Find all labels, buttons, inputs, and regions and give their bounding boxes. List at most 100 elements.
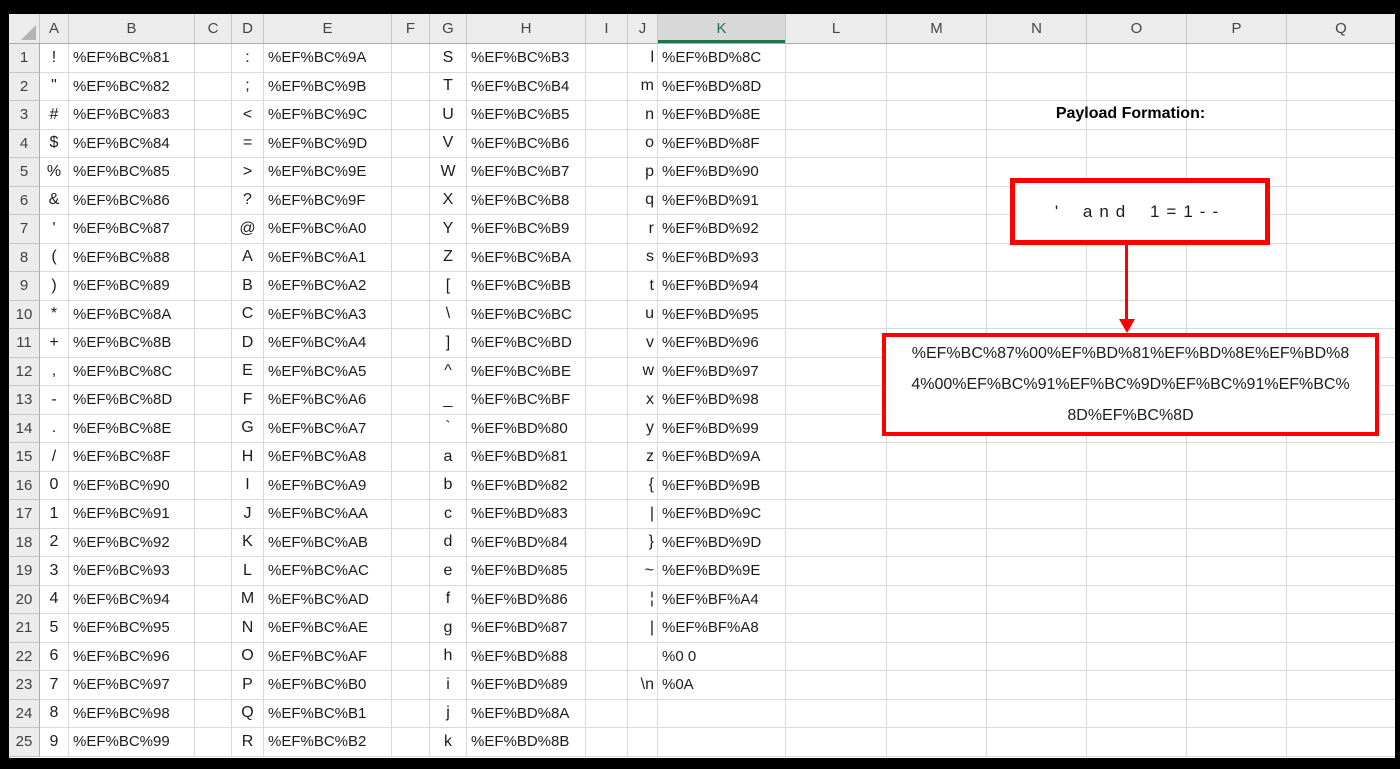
cell-empty-col-m[interactable] [887, 272, 987, 301]
cell-empty-col-i[interactable] [586, 243, 628, 272]
cell-empty-col-p[interactable] [1187, 158, 1287, 187]
cell-char-col-a[interactable]: 1 [40, 500, 69, 529]
cell-char-col-g[interactable]: [ [430, 272, 467, 301]
cell-encoding-col-h[interactable]: %EF%BC%B8 [467, 186, 586, 215]
cell-empty-col-n[interactable] [987, 101, 1087, 130]
cell-char-col-a[interactable]: 0 [40, 471, 69, 500]
cell-empty-col-o[interactable] [1087, 215, 1187, 244]
cell-encoding-col-b[interactable]: %EF%BC%97 [69, 671, 195, 700]
cell-empty-col-f[interactable] [392, 44, 430, 73]
cell-char-col-a[interactable]: * [40, 300, 69, 329]
cell-empty-col-c[interactable] [195, 101, 232, 130]
cell-char-col-d[interactable]: = [232, 129, 264, 158]
cell-encoding-col-k[interactable]: %0A [658, 671, 786, 700]
cell-encoding-col-h[interactable]: %EF%BC%B3 [467, 44, 586, 73]
cell-empty-col-o[interactable] [1087, 728, 1187, 757]
cell-empty-col-o[interactable] [1087, 557, 1187, 586]
cell-empty-col-m[interactable] [887, 614, 987, 643]
cell-empty-col-c[interactable] [195, 72, 232, 101]
cell-empty-col-c[interactable] [195, 585, 232, 614]
cell-empty-col-m[interactable] [887, 101, 987, 130]
cell-empty-col-n[interactable] [987, 72, 1087, 101]
cell-empty-col-f[interactable] [392, 272, 430, 301]
cell-encoding-col-e[interactable]: %EF%BC%AC [264, 557, 392, 586]
cell-empty-col-c[interactable] [195, 699, 232, 728]
cell-encoding-col-b[interactable]: %EF%BC%81 [69, 44, 195, 73]
cell-char-col-a[interactable]: ! [40, 44, 69, 73]
cell-empty-col-m[interactable] [887, 671, 987, 700]
cell-char-col-a[interactable]: . [40, 414, 69, 443]
cell-char-col-g[interactable]: T [430, 72, 467, 101]
cell-empty-col-q[interactable] [1287, 386, 1395, 415]
cell-char-col-d[interactable]: : [232, 44, 264, 73]
cell-empty-col-i[interactable] [586, 471, 628, 500]
row-header[interactable]: 16 [9, 471, 40, 500]
cell-char-col-g[interactable]: g [430, 614, 467, 643]
cell-encoding-col-k[interactable]: %EF%BD%98 [658, 386, 786, 415]
cell-empty-col-n[interactable] [987, 243, 1087, 272]
cell-empty-col-o[interactable] [1087, 699, 1187, 728]
cell-encoding-col-e[interactable]: %EF%BC%A5 [264, 357, 392, 386]
cell-char-col-d[interactable]: ; [232, 72, 264, 101]
cell-char-col-d[interactable]: C [232, 300, 264, 329]
cell-char-col-a[interactable]: 2 [40, 528, 69, 557]
cell-empty-col-l[interactable] [786, 215, 887, 244]
cell-empty-col-q[interactable] [1287, 244, 1395, 272]
cell-empty-col-i[interactable] [586, 443, 628, 472]
cell-empty-col-i[interactable] [586, 585, 628, 614]
cell-empty-col-p[interactable] [1187, 500, 1287, 529]
cell-empty-col-p[interactable] [1187, 414, 1287, 443]
cell-encoding-col-b[interactable]: %EF%BC%8C [69, 357, 195, 386]
cell-empty-col-f[interactable] [392, 386, 430, 415]
cell-empty-col-o[interactable] [1087, 528, 1187, 557]
cell-empty-col-m[interactable] [887, 243, 987, 272]
cell-empty-col-p[interactable] [1187, 215, 1287, 244]
cell-empty-col-n[interactable] [987, 300, 1087, 329]
row-header[interactable]: 1 [9, 44, 40, 73]
column-header-c[interactable]: C [195, 14, 232, 43]
column-header-p[interactable]: P [1187, 14, 1287, 43]
cell-empty-col-p[interactable] [1187, 386, 1287, 415]
cell-char-col-a[interactable]: & [40, 186, 69, 215]
cell-char-col-g[interactable]: U [430, 101, 467, 130]
cell-encoding-col-k[interactable]: %EF%BD%8E [658, 101, 786, 130]
cell-encoding-col-e[interactable]: %EF%BC%A1 [264, 243, 392, 272]
row-header[interactable]: 18 [9, 528, 40, 557]
cell-encoding-col-h[interactable]: %EF%BD%8A [467, 699, 586, 728]
cell-empty-col-q[interactable] [1287, 557, 1395, 586]
cell-char-col-d[interactable]: E [232, 357, 264, 386]
cell-empty-col-q[interactable] [1287, 614, 1395, 643]
cell-char-col-j[interactable] [628, 728, 658, 757]
cell-empty-col-i[interactable] [586, 614, 628, 643]
cell-empty-col-o[interactable] [1087, 300, 1187, 329]
row-header[interactable]: 4 [9, 129, 40, 158]
cell-empty-col-p[interactable] [1187, 728, 1287, 757]
cell-char-col-d[interactable]: L [232, 557, 264, 586]
row-header[interactable]: 15 [9, 443, 40, 472]
cell-empty-col-f[interactable] [392, 101, 430, 130]
cell-empty-col-q[interactable] [1287, 700, 1395, 728]
cell-empty-col-i[interactable] [586, 186, 628, 215]
cell-empty-col-n[interactable] [987, 585, 1087, 614]
cell-empty-col-c[interactable] [195, 357, 232, 386]
cell-empty-col-c[interactable] [195, 272, 232, 301]
cell-char-col-g[interactable]: e [430, 557, 467, 586]
cell-encoding-col-k[interactable]: %EF%BF%A8 [658, 614, 786, 643]
cell-encoding-col-e[interactable]: %EF%BC%9C [264, 101, 392, 130]
cell-empty-col-i[interactable] [586, 272, 628, 301]
cell-encoding-col-e[interactable]: %EF%BC%A2 [264, 272, 392, 301]
cell-encoding-col-h[interactable]: %EF%BD%86 [467, 585, 586, 614]
cell-empty-col-n[interactable] [987, 671, 1087, 700]
cell-empty-col-o[interactable] [1087, 72, 1187, 101]
column-header-j[interactable]: J [628, 14, 658, 43]
cell-encoding-col-b[interactable]: %EF%BC%89 [69, 272, 195, 301]
cell-empty-col-i[interactable] [586, 72, 628, 101]
row-header[interactable]: 21 [9, 614, 40, 643]
cell-empty-col-c[interactable] [195, 728, 232, 757]
cell-empty-col-l[interactable] [786, 642, 887, 671]
cell-empty-col-q[interactable] [1287, 215, 1395, 244]
cell-encoding-col-b[interactable]: %EF%BC%86 [69, 186, 195, 215]
cell-empty-col-o[interactable] [1087, 44, 1187, 73]
cell-empty-col-n[interactable] [987, 272, 1087, 301]
cell-encoding-col-k[interactable] [658, 699, 786, 728]
